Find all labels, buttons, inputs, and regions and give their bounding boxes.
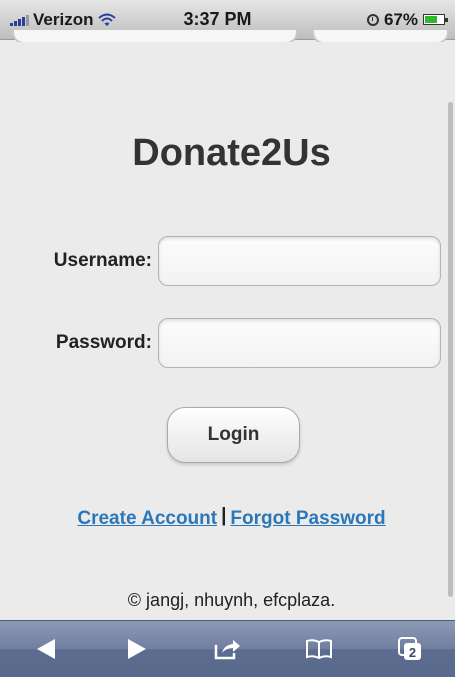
battery-icon: [423, 14, 448, 25]
username-input[interactable]: [158, 236, 441, 286]
password-label: Password:: [55, 332, 152, 353]
forgot-password-link[interactable]: Forgot Password: [230, 508, 385, 529]
web-page: Donate2Us Username: Password: Login Crea…: [8, 42, 455, 620]
status-left: Verizon: [10, 10, 160, 30]
tab-count: 2: [408, 645, 415, 660]
alarm-clock-icon: [366, 13, 379, 26]
link-separator: |: [221, 505, 227, 526]
password-input[interactable]: [158, 318, 441, 368]
forward-icon: [127, 639, 146, 659]
username-label: Username:: [53, 250, 152, 271]
page-title: Donate2Us: [132, 132, 331, 174]
signal-strength-icon: [10, 14, 29, 26]
bookmarks-button[interactable]: [289, 627, 349, 671]
carrier-name: Verizon: [33, 9, 94, 29]
browser-toolbar: 2: [0, 620, 455, 677]
back-icon: [36, 639, 55, 659]
status-time: 3:37 PM: [183, 9, 252, 29]
share-button[interactable]: [198, 627, 258, 671]
tabs-button[interactable]: 2: [380, 627, 440, 671]
create-account-link[interactable]: Create Account: [77, 508, 217, 529]
account-links: Create Account | Forgot Password: [8, 505, 455, 530]
status-right: 67%: [295, 9, 448, 30]
battery-level-fill: [425, 16, 437, 23]
login-button[interactable]: Login: [167, 407, 300, 463]
battery-percent: 67%: [383, 9, 418, 29]
bookmarks-icon: [305, 639, 332, 660]
wifi-icon: [98, 13, 117, 26]
back-button[interactable]: [16, 627, 76, 671]
tabs-icon: 2: [397, 637, 421, 660]
password-row: Password:: [8, 318, 455, 368]
username-row: Username:: [8, 236, 455, 286]
forward-button[interactable]: [107, 627, 167, 671]
share-icon: [214, 640, 240, 660]
copyright-footer: © jangj, nhuynh, efcplaza.: [127, 590, 336, 610]
